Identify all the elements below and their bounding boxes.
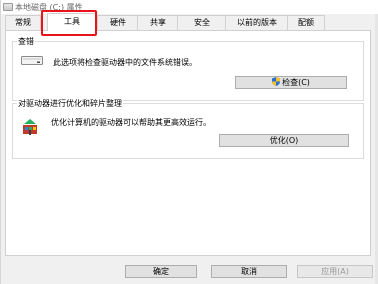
optimize-description: 优化计算机的驱动器可以帮助其更高效运行。	[51, 118, 211, 127]
properties-window: 本地磁盘 (C:) 属性 常规 工具 硬件 共享 安全 以前的版本 配额 查错 …	[0, 0, 378, 284]
optimize-title: 对驱动器进行优化和碎片整理	[17, 98, 123, 109]
check-button[interactable]: 检查(C)	[235, 76, 347, 89]
shield-icon	[272, 77, 281, 86]
check-button-label: 检查(C)	[282, 78, 310, 87]
error-check-description: 此选项将检查驱动器中的文件系统错误。	[53, 58, 197, 67]
cancel-button[interactable]: 取消	[211, 265, 287, 278]
optimize-group: 对驱动器进行优化和碎片整理 优化计算机的驱动器可以帮助其更高效运行。 优化(O)	[12, 98, 364, 159]
tab-sharing[interactable]: 共享	[137, 15, 179, 30]
ok-button[interactable]: 确定	[125, 265, 197, 278]
tab-security[interactable]: 安全	[177, 15, 227, 30]
tab-general[interactable]: 常规	[5, 15, 41, 30]
tab-previous-versions[interactable]: 以前的版本	[225, 15, 289, 30]
error-check-group: 查错 此选项将检查驱动器中的文件系统错误。 检查(C)	[12, 36, 364, 101]
tools-tab-highlight	[41, 10, 97, 36]
tab-hardware[interactable]: 硬件	[97, 15, 139, 30]
tools-panel: 查错 此选项将检查驱动器中的文件系统错误。 检查(C) 对驱动器进行优化和碎片整…	[5, 30, 371, 256]
drive-title-icon	[3, 3, 13, 11]
defrag-icon	[23, 119, 37, 135]
tab-quota[interactable]: 配额	[287, 15, 325, 30]
error-check-title: 查错	[17, 36, 35, 47]
apply-button[interactable]: 应用(A)	[297, 265, 373, 278]
drive-icon	[21, 56, 43, 65]
optimize-button[interactable]: 优化(O)	[219, 134, 349, 147]
